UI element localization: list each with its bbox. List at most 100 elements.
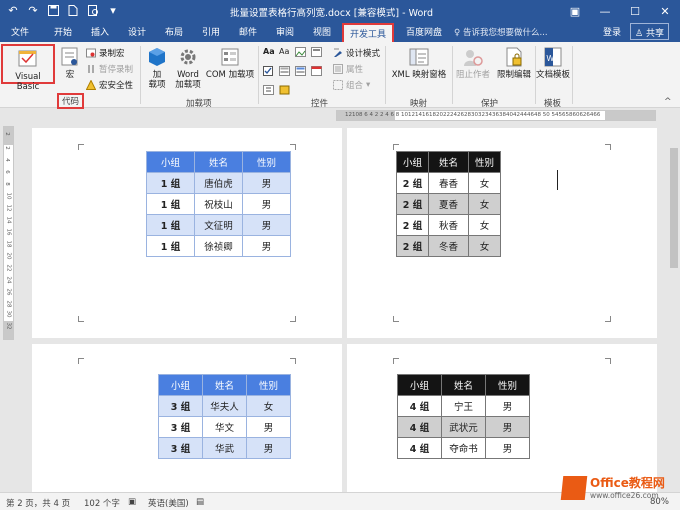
- macros-button[interactable]: 宏: [59, 46, 81, 86]
- table-cell[interactable]: 女: [468, 235, 501, 257]
- table-cell[interactable]: 文征明: [194, 214, 243, 236]
- plain-text-control-icon[interactable]: Aa: [279, 47, 295, 60]
- table-cell[interactable]: 男: [242, 193, 291, 215]
- collapse-ribbon-icon[interactable]: ^: [664, 97, 672, 107]
- table-cell[interactable]: 冬香: [428, 235, 469, 257]
- language-indicator[interactable]: 英语(美国): [148, 497, 189, 509]
- table-cell[interactable]: 男: [485, 437, 530, 459]
- tab-mailings[interactable]: 邮件: [239, 25, 257, 38]
- rich-text-control-icon[interactable]: Aa: [263, 47, 279, 60]
- horizontal-ruler[interactable]: 12108 6 4 2 2 4 6 8 10121416182022242628…: [336, 110, 656, 121]
- table-cell[interactable]: 2 组: [396, 172, 429, 194]
- table-cell[interactable]: 男: [242, 235, 291, 257]
- qat-menu-icon[interactable]: ▾: [106, 3, 120, 17]
- ribbon-display-options-icon[interactable]: ▣: [560, 0, 590, 22]
- repeating-section-control-icon[interactable]: [263, 85, 279, 98]
- table-cell[interactable]: 男: [485, 395, 530, 417]
- tell-me-search[interactable]: ♀ 告诉我您想要做什么...: [454, 26, 548, 38]
- tab-review[interactable]: 审阅: [276, 25, 294, 38]
- table-cell[interactable]: 夺命书: [441, 437, 486, 459]
- tab-insert[interactable]: 插入: [91, 25, 109, 38]
- restrict-editing-button[interactable]: 限制编辑: [494, 46, 534, 80]
- picture-control-icon[interactable]: [295, 47, 311, 60]
- visual-basic-button[interactable]: Visual Basic: [1, 44, 55, 92]
- close-icon[interactable]: ✕: [650, 0, 680, 22]
- tab-references[interactable]: 引用: [202, 25, 220, 38]
- undo-icon[interactable]: ↶: [6, 3, 20, 17]
- tab-home[interactable]: 开始: [54, 25, 72, 38]
- scrollbar-thumb[interactable]: [670, 148, 678, 268]
- tab-view[interactable]: 视图: [313, 25, 331, 38]
- table-cell[interactable]: 2 组: [396, 214, 429, 236]
- redo-icon[interactable]: ↷: [26, 3, 40, 17]
- table-cell[interactable]: 徐祯卿: [194, 235, 243, 257]
- checkbox-control-icon[interactable]: [263, 66, 279, 79]
- vertical-scrollbar[interactable]: [668, 128, 680, 492]
- vertical-ruler[interactable]: 2 2 4 6 8 10 12 14 16 18 20 22 24 26 28 …: [3, 126, 14, 340]
- tab-file[interactable]: 文件: [11, 25, 29, 38]
- tab-design[interactable]: 设计: [128, 25, 146, 38]
- block-authors-button[interactable]: 阻止作者: [454, 46, 492, 80]
- design-mode-button[interactable]: 设计模式: [333, 47, 380, 59]
- table-cell[interactable]: 4 组: [397, 395, 442, 417]
- table-cell[interactable]: 男: [485, 416, 530, 438]
- building-block-control-icon[interactable]: [311, 47, 327, 60]
- table-cell[interactable]: 祝枝山: [194, 193, 243, 215]
- group-4-table[interactable]: 小组 姓名 性别 4 组 宁王 男 4 组 武状元 男 4 组 夺命书 男: [397, 374, 530, 459]
- tab-developer[interactable]: 开发工具: [342, 23, 395, 42]
- print-preview-icon[interactable]: [86, 3, 100, 17]
- table-cell[interactable]: 男: [246, 416, 291, 438]
- pause-recording-button[interactable]: 暂停录制: [86, 63, 133, 75]
- table-cell[interactable]: 3 组: [158, 395, 203, 417]
- proofing-icon[interactable]: ▣: [128, 497, 136, 507]
- table-cell[interactable]: 2 组: [396, 235, 429, 257]
- group-controls-button[interactable]: 组合 ▾: [333, 79, 370, 91]
- table-cell[interactable]: 4 组: [397, 416, 442, 438]
- table-cell[interactable]: 1 组: [146, 235, 195, 257]
- table-cell[interactable]: 男: [246, 437, 291, 459]
- table-cell[interactable]: 夏香: [428, 193, 469, 215]
- properties-button[interactable]: 属性: [333, 63, 363, 75]
- group-3-table[interactable]: 小组 姓名 性别 3 组 华夫人 女 3 组 华文 男 3 组 华武 男: [158, 374, 291, 459]
- sign-in-link[interactable]: 登录: [603, 25, 621, 38]
- tab-baidu-netdisk[interactable]: 百度网盘: [406, 25, 442, 38]
- table-cell[interactable]: 1 组: [146, 214, 195, 236]
- table-cell[interactable]: 1 组: [146, 193, 195, 215]
- table-cell[interactable]: 女: [468, 172, 501, 194]
- table-cell[interactable]: 女: [468, 214, 501, 236]
- table-cell[interactable]: 宁王: [441, 395, 486, 417]
- group-1-table[interactable]: 小组 姓名 性别 1 组 唐伯虎 男 1 组 祝枝山 男 1 组 文征明 男 1…: [146, 151, 291, 257]
- table-cell[interactable]: 女: [246, 395, 291, 417]
- table-cell[interactable]: 武状元: [441, 416, 486, 438]
- addins-button[interactable]: 加 载项: [144, 46, 170, 90]
- page-count[interactable]: 第 2 页，共 4 页: [6, 497, 70, 509]
- save-icon[interactable]: [46, 3, 60, 17]
- table-cell[interactable]: 3 组: [158, 416, 203, 438]
- table-cell[interactable]: 男: [242, 214, 291, 236]
- legacy-tools-icon[interactable]: [279, 85, 295, 98]
- table-cell[interactable]: 华文: [202, 416, 247, 438]
- new-doc-icon[interactable]: [66, 3, 80, 17]
- share-button[interactable]: ♙ 共享: [630, 23, 669, 40]
- table-cell[interactable]: 4 组: [397, 437, 442, 459]
- macro-record-icon[interactable]: ▤: [196, 497, 204, 507]
- record-macro-button[interactable]: 录制宏: [86, 47, 125, 59]
- table-cell[interactable]: 华夫人: [202, 395, 247, 417]
- table-cell[interactable]: 2 组: [396, 193, 429, 215]
- maximize-icon[interactable]: ☐: [620, 0, 650, 22]
- date-picker-control-icon[interactable]: [311, 66, 327, 79]
- xml-mapping-pane-button[interactable]: XML 映射窗格: [389, 46, 449, 80]
- table-cell[interactable]: 1 组: [146, 172, 195, 194]
- table-cell[interactable]: 3 组: [158, 437, 203, 459]
- combo-box-control-icon[interactable]: [279, 66, 295, 79]
- table-cell[interactable]: 女: [468, 193, 501, 215]
- table-cell[interactable]: 华武: [202, 437, 247, 459]
- com-addins-button[interactable]: COM 加载项: [205, 46, 255, 80]
- table-cell[interactable]: 唐伯虎: [194, 172, 243, 194]
- minimize-icon[interactable]: —: [590, 0, 620, 22]
- table-cell[interactable]: 秋香: [428, 214, 469, 236]
- document-template-button[interactable]: W 文档模板: [536, 46, 570, 80]
- table-cell[interactable]: 男: [242, 172, 291, 194]
- table-cell[interactable]: 春香: [428, 172, 469, 194]
- macro-security-button[interactable]: 宏安全性: [86, 79, 133, 91]
